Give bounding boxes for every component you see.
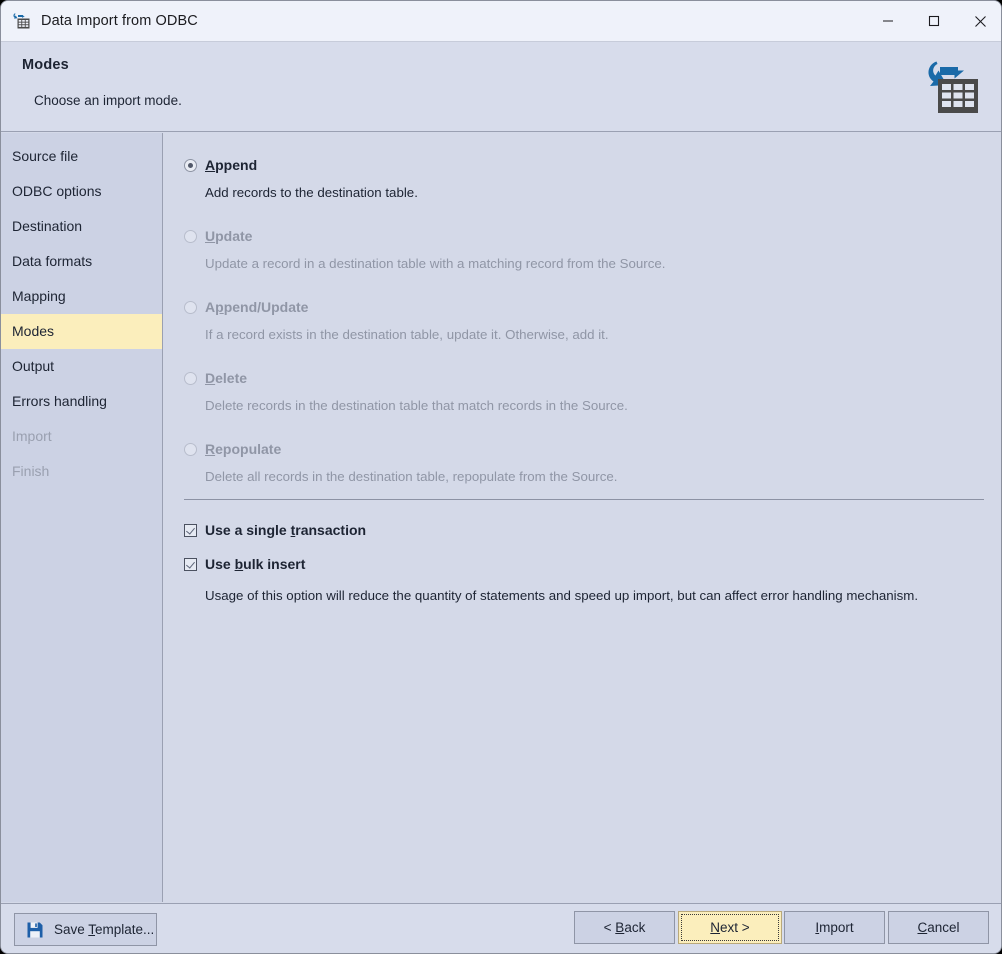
sidebar-item-label: Destination <box>12 218 83 234</box>
next-button[interactable]: Next > <box>678 911 782 944</box>
sidebar-item-label: Output <box>12 358 55 374</box>
sidebar-item-label: ODBC options <box>12 183 102 199</box>
mode-label-repopulate: Repopulate <box>205 441 282 457</box>
mode-label-append: Append <box>205 157 258 173</box>
page-title: Modes <box>22 57 69 73</box>
radio-repopulate <box>184 443 197 456</box>
window-title: Data Import from ODBC <box>41 13 198 29</box>
title-bar: Data Import from ODBC <box>1 1 1001 42</box>
mode-description-append-update: If a record exists in the destination ta… <box>205 327 609 342</box>
page-subtitle: Choose an import mode. <box>34 93 182 108</box>
close-button[interactable] <box>957 1 1001 41</box>
mode-description-repopulate: Delete all records in the destination ta… <box>205 469 618 484</box>
window-controls <box>865 1 1001 41</box>
back-button[interactable]: < Back <box>574 911 675 944</box>
checkbox-label-bulk-insert: Use bulk insert <box>205 556 306 572</box>
sidebar-item-output[interactable]: Output <box>1 349 162 384</box>
floppy-disk-icon <box>27 922 43 937</box>
mode-description-delete: Delete records in the destination table … <box>205 398 628 413</box>
sidebar-item-source-file[interactable]: Source file <box>1 139 162 174</box>
cancel-label: Cancel <box>917 920 960 935</box>
sidebar-item-data-formats[interactable]: Data formats <box>1 244 162 279</box>
mode-option-update: Update Update a record in a destination … <box>184 228 665 271</box>
minimize-button[interactable] <box>865 1 911 41</box>
main-content: Append Add records to the destination ta… <box>164 133 1001 902</box>
back-label: < Back <box>603 920 646 935</box>
radio-update <box>184 230 197 243</box>
import-button[interactable]: Import <box>784 911 885 944</box>
sidebar-item-import: Import <box>1 419 162 454</box>
checkbox-row-single-transaction[interactable]: Use a single transaction <box>184 522 366 538</box>
save-template-button[interactable]: Save Template... <box>14 913 157 946</box>
section-divider <box>184 499 984 500</box>
sidebar-item-label: Source file <box>12 148 79 164</box>
import-table-icon <box>928 61 978 113</box>
sidebar-item-label: Mapping <box>12 288 66 304</box>
sidebar-item-errors-handling[interactable]: Errors handling <box>1 384 162 419</box>
radio-delete <box>184 372 197 385</box>
sidebar-item-modes[interactable]: Modes <box>1 314 162 349</box>
minimize-icon <box>883 20 893 22</box>
bulk-insert-note: Usage of this option will reduce the qua… <box>205 588 919 603</box>
radio-append-update <box>184 301 197 314</box>
next-label: Next > <box>710 920 750 935</box>
page-header: Modes Choose an import mode. <box>1 42 1001 132</box>
sidebar-item-label: Errors handling <box>12 393 107 409</box>
mode-label-delete: Delete <box>205 370 248 386</box>
mode-option-delete: Delete Delete records in the destination… <box>184 370 628 413</box>
mode-option-repopulate: Repopulate Delete all records in the des… <box>184 441 617 484</box>
sidebar-item-label: Modes <box>12 323 55 339</box>
dialog-window: Data Import from ODBC Modes Choose an im… <box>0 0 1002 954</box>
sidebar-item-label: Data formats <box>12 253 93 269</box>
mode-label-append-update: Append/Update <box>205 299 309 315</box>
sidebar-item-mapping[interactable]: Mapping <box>1 279 162 314</box>
maximize-icon <box>928 15 940 27</box>
mode-option-append-update: Append/Update If a record exists in the … <box>184 299 609 342</box>
sidebar-item-destination[interactable]: Destination <box>1 209 162 244</box>
sidebar-item-odbc-options[interactable]: ODBC options <box>1 174 162 209</box>
mode-description-update: Update a record in a destination table w… <box>205 256 666 271</box>
checkbox-row-bulk-insert[interactable]: Use bulk insert <box>184 556 305 572</box>
mode-description-append: Add records to the destination table. <box>205 185 418 200</box>
sidebar-item-finish: Finish <box>1 454 162 489</box>
close-icon <box>974 15 986 27</box>
mode-option-append[interactable]: Append Add records to the destination ta… <box>184 157 418 200</box>
save-template-label: Save Template... <box>54 922 155 937</box>
maximize-button[interactable] <box>911 1 957 41</box>
wizard-step-sidebar: Source file ODBC options Destination Dat… <box>1 133 163 902</box>
checkbox-bulk-insert[interactable] <box>184 558 197 571</box>
radio-append[interactable] <box>184 159 197 172</box>
sidebar-item-label: Finish <box>12 463 50 479</box>
cancel-button[interactable]: Cancel <box>888 911 989 944</box>
import-label: Import <box>815 920 854 935</box>
import-table-icon <box>13 13 30 29</box>
sidebar-item-label: Import <box>12 428 52 444</box>
checkbox-label-single-transaction: Use a single transaction <box>205 522 367 538</box>
checkbox-single-transaction[interactable] <box>184 524 197 537</box>
mode-label-update: Update <box>205 228 253 244</box>
